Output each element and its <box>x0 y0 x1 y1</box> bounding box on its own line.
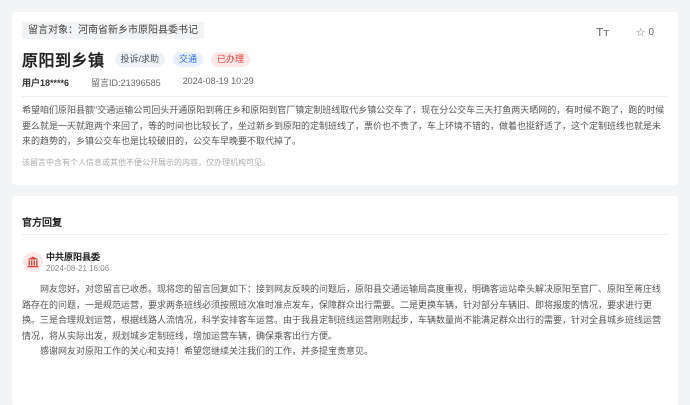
user-label: 用户 <box>22 78 41 88</box>
divider <box>22 96 668 97</box>
reply-paragraph: 网友您好，对您留言已收悉。现将您的留言回复如下：接到网友反映的问题后，原阳县交通… <box>22 284 662 341</box>
target-value: 河南省新乡市原阳县委书记 <box>78 25 198 36</box>
tag-type: 投诉/求助 <box>114 51 166 67</box>
message-id-label: 留言ID: <box>91 78 121 88</box>
reply-paragraph: 感谢网友对原阳工作的关心和支持！希望您继续关注我们的工作，并多提宝贵意见。 <box>40 346 374 356</box>
favorite-button[interactable]: ☆ 0 <box>636 26 654 39</box>
user-id-value: 18****6 <box>40 78 70 88</box>
star-icon: ☆ <box>635 26 646 39</box>
government-building-svg <box>27 256 39 268</box>
reply-content: 网友您好，对您留言已收悉。现将您的留言回复如下：接到网友反映的问题后，原阳县交通… <box>22 282 668 360</box>
message-id: 留言ID:21396585 <box>91 76 161 89</box>
toolbar: Tт ☆ 0 <box>596 26 654 39</box>
message-target: 留言对象：河南省新乡市原阳县委书记 <box>22 22 204 39</box>
message-date: 2024-08-19 10:29 <box>182 76 254 86</box>
message-card: 留言对象：河南省新乡市原阳县委书记 Tт ☆ 0 原阳到乡镇 投诉/求助 交通 … <box>12 12 678 185</box>
tag-field: 交通 <box>173 51 204 67</box>
divider <box>22 234 668 235</box>
reply-time: 2024-08-21 16:06 <box>46 264 110 273</box>
privacy-tip: 该留言中含有个人信息或其他不便公开展示的内容，仅办理机构可见。 <box>22 158 270 167</box>
org-name: 中共原阳县委 <box>46 252 101 262</box>
reply-card: 官方回复 中共原阳县委 2024-08-21 16:06 网友您好，对您留言已收… <box>12 196 678 405</box>
message-content: 希望咱们原阳县额"交通运输公司回头开通原阳到蒋庄乡和原阳到官厂镇定制班线取代乡镇… <box>22 105 665 146</box>
page-title: 原阳到乡镇 <box>22 53 105 70</box>
favorite-count: 0 <box>648 27 654 38</box>
font-size-icon[interactable]: Tт <box>596 26 609 39</box>
message-meta: 用户18****6 留言ID:21396585 2024-08-19 10:29 <box>22 76 254 89</box>
government-building-icon <box>23 252 43 272</box>
message-id-value: 21396585 <box>120 78 161 88</box>
target-label: 留言对象： <box>28 25 78 36</box>
user-id: 用户18****6 <box>22 76 69 89</box>
status-badge: 已办理 <box>211 51 251 67</box>
title-row: 原阳到乡镇 投诉/求助 交通 已办理 <box>22 47 258 71</box>
reply-heading: 官方回复 <box>22 218 62 229</box>
